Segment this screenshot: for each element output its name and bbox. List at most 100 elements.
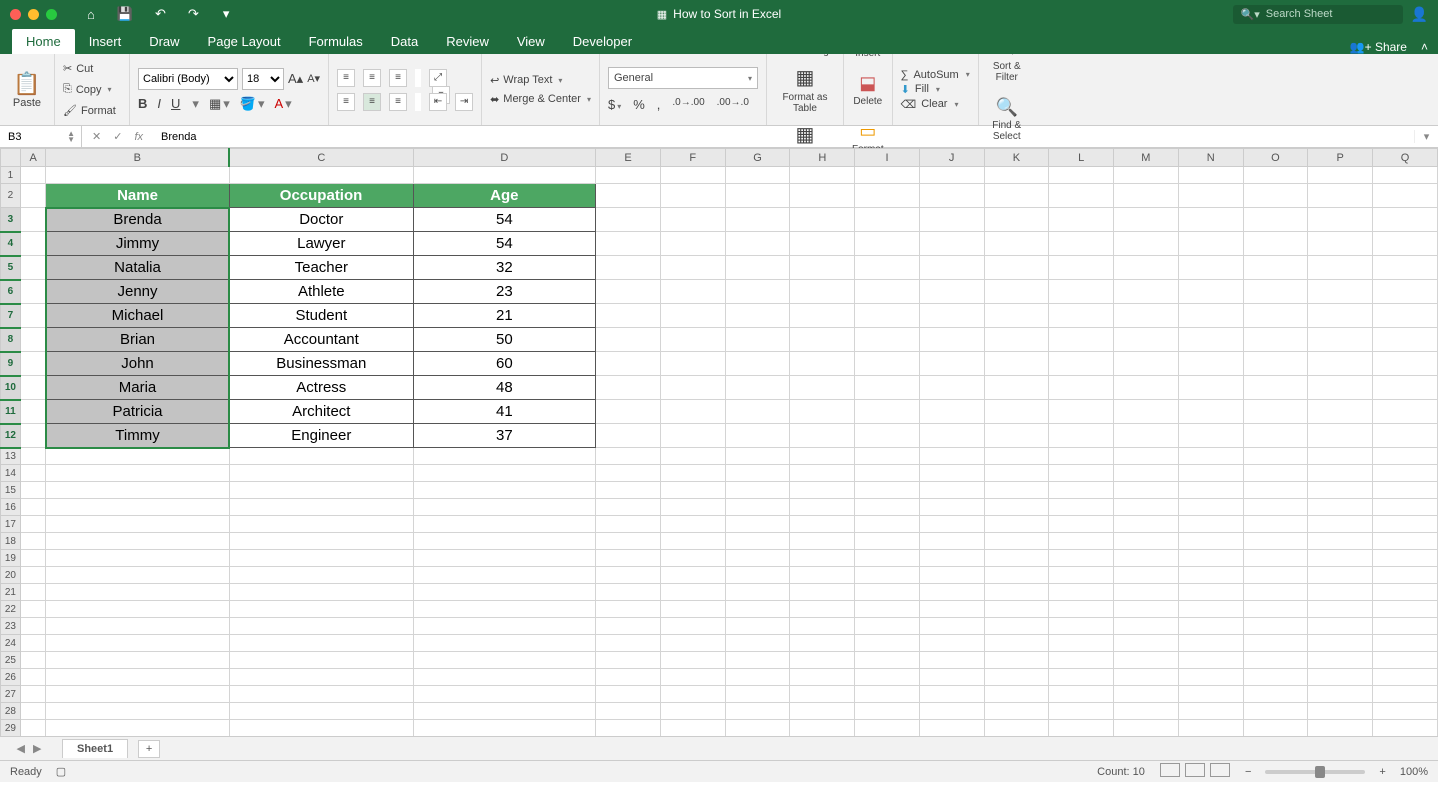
cell-P22[interactable] <box>1308 601 1373 618</box>
cell-F28[interactable] <box>660 703 725 720</box>
cell-C26[interactable] <box>229 669 413 686</box>
table-cell-C5[interactable]: Teacher <box>229 256 413 280</box>
cell-F5[interactable] <box>660 256 725 280</box>
cell-I13[interactable] <box>855 448 920 465</box>
cell-F18[interactable] <box>660 533 725 550</box>
cell-O17[interactable] <box>1243 516 1308 533</box>
row-header-13[interactable]: 13 <box>1 448 21 465</box>
cell-Q9[interactable] <box>1373 352 1438 376</box>
cell-C22[interactable] <box>229 601 413 618</box>
cell-N26[interactable] <box>1178 669 1243 686</box>
cell-A15[interactable] <box>20 482 46 499</box>
cell-J8[interactable] <box>919 328 984 352</box>
select-all-corner[interactable] <box>1 149 21 167</box>
cell-N29[interactable] <box>1178 720 1243 737</box>
cell-A7[interactable] <box>20 304 46 328</box>
cell-G7[interactable] <box>725 304 790 328</box>
cell-I11[interactable] <box>855 400 920 424</box>
cell-Q3[interactable] <box>1373 208 1438 232</box>
cell-K18[interactable] <box>984 533 1049 550</box>
cell-Q15[interactable] <box>1373 482 1438 499</box>
cell-I6[interactable] <box>855 280 920 304</box>
cell-K3[interactable] <box>984 208 1049 232</box>
cell-I17[interactable] <box>855 516 920 533</box>
cut-button[interactable]: ✂Cut <box>63 62 121 75</box>
cell-O14[interactable] <box>1243 465 1308 482</box>
cell-L9[interactable] <box>1049 352 1114 376</box>
table-header-age[interactable]: Age <box>413 184 596 208</box>
zoom-in-icon[interactable]: + <box>1379 766 1385 778</box>
cell-O15[interactable] <box>1243 482 1308 499</box>
cell-H29[interactable] <box>790 720 855 737</box>
cell-H4[interactable] <box>790 232 855 256</box>
cell-L22[interactable] <box>1049 601 1114 618</box>
merge-center-button[interactable]: ⬌Merge & Center▾ <box>490 93 591 106</box>
cell-H16[interactable] <box>790 499 855 516</box>
cell-J22[interactable] <box>919 601 984 618</box>
tab-formulas[interactable]: Formulas <box>295 29 377 54</box>
col-header-L[interactable]: L <box>1049 149 1114 167</box>
cell-D19[interactable] <box>413 550 596 567</box>
tab-review[interactable]: Review <box>432 29 503 54</box>
font-size-select[interactable]: 18 <box>242 68 284 90</box>
cell-A4[interactable] <box>20 232 46 256</box>
cell-O19[interactable] <box>1243 550 1308 567</box>
row-header-27[interactable]: 27 <box>1 686 21 703</box>
cell-O7[interactable] <box>1243 304 1308 328</box>
cell-O11[interactable] <box>1243 400 1308 424</box>
cell-A6[interactable] <box>20 280 46 304</box>
cell-N17[interactable] <box>1178 516 1243 533</box>
cell-P6[interactable] <box>1308 280 1373 304</box>
cell-G4[interactable] <box>725 232 790 256</box>
cell-M9[interactable] <box>1114 352 1179 376</box>
cell-M10[interactable] <box>1114 376 1179 400</box>
cell-B17[interactable] <box>46 516 229 533</box>
cell-J9[interactable] <box>919 352 984 376</box>
cell-N11[interactable] <box>1178 400 1243 424</box>
col-header-C[interactable]: C <box>229 149 413 167</box>
cell-J12[interactable] <box>919 424 984 448</box>
undo-icon[interactable]: ↶ <box>155 6 166 22</box>
cell-G20[interactable] <box>725 567 790 584</box>
cell-F27[interactable] <box>660 686 725 703</box>
cell-H9[interactable] <box>790 352 855 376</box>
cell-D25[interactable] <box>413 652 596 669</box>
row-header-2[interactable]: 2 <box>1 184 21 208</box>
cell-G28[interactable] <box>725 703 790 720</box>
cell-L16[interactable] <box>1049 499 1114 516</box>
cell-Q21[interactable] <box>1373 584 1438 601</box>
cell-L19[interactable] <box>1049 550 1114 567</box>
cell-G3[interactable] <box>725 208 790 232</box>
cell-K2[interactable] <box>984 184 1049 208</box>
cell-B16[interactable] <box>46 499 229 516</box>
cell-C25[interactable] <box>229 652 413 669</box>
cell-O9[interactable] <box>1243 352 1308 376</box>
row-header-10[interactable]: 10 <box>1 376 21 400</box>
cell-O13[interactable] <box>1243 448 1308 465</box>
cell-J24[interactable] <box>919 635 984 652</box>
cell-B29[interactable] <box>46 720 229 737</box>
cell-H22[interactable] <box>790 601 855 618</box>
prev-sheet-icon[interactable]: ◀ <box>17 742 25 755</box>
cell-G6[interactable] <box>725 280 790 304</box>
cell-I20[interactable] <box>855 567 920 584</box>
collapse-ribbon-icon[interactable]: ˄ <box>1421 40 1428 54</box>
cell-J26[interactable] <box>919 669 984 686</box>
cell-G25[interactable] <box>725 652 790 669</box>
cell-N15[interactable] <box>1178 482 1243 499</box>
cell-L17[interactable] <box>1049 516 1114 533</box>
cell-J6[interactable] <box>919 280 984 304</box>
currency-button[interactable]: $▾ <box>608 97 621 112</box>
table-cell-B10[interactable]: Maria <box>46 376 229 400</box>
number-format-select[interactable]: General▾ <box>608 67 758 89</box>
cell-P16[interactable] <box>1308 499 1373 516</box>
cell-P7[interactable] <box>1308 304 1373 328</box>
cell-E6[interactable] <box>596 280 661 304</box>
cell-C23[interactable] <box>229 618 413 635</box>
cell-M11[interactable] <box>1114 400 1179 424</box>
cell-D15[interactable] <box>413 482 596 499</box>
cell-L20[interactable] <box>1049 567 1114 584</box>
cell-L18[interactable] <box>1049 533 1114 550</box>
cell-C24[interactable] <box>229 635 413 652</box>
cell-D23[interactable] <box>413 618 596 635</box>
